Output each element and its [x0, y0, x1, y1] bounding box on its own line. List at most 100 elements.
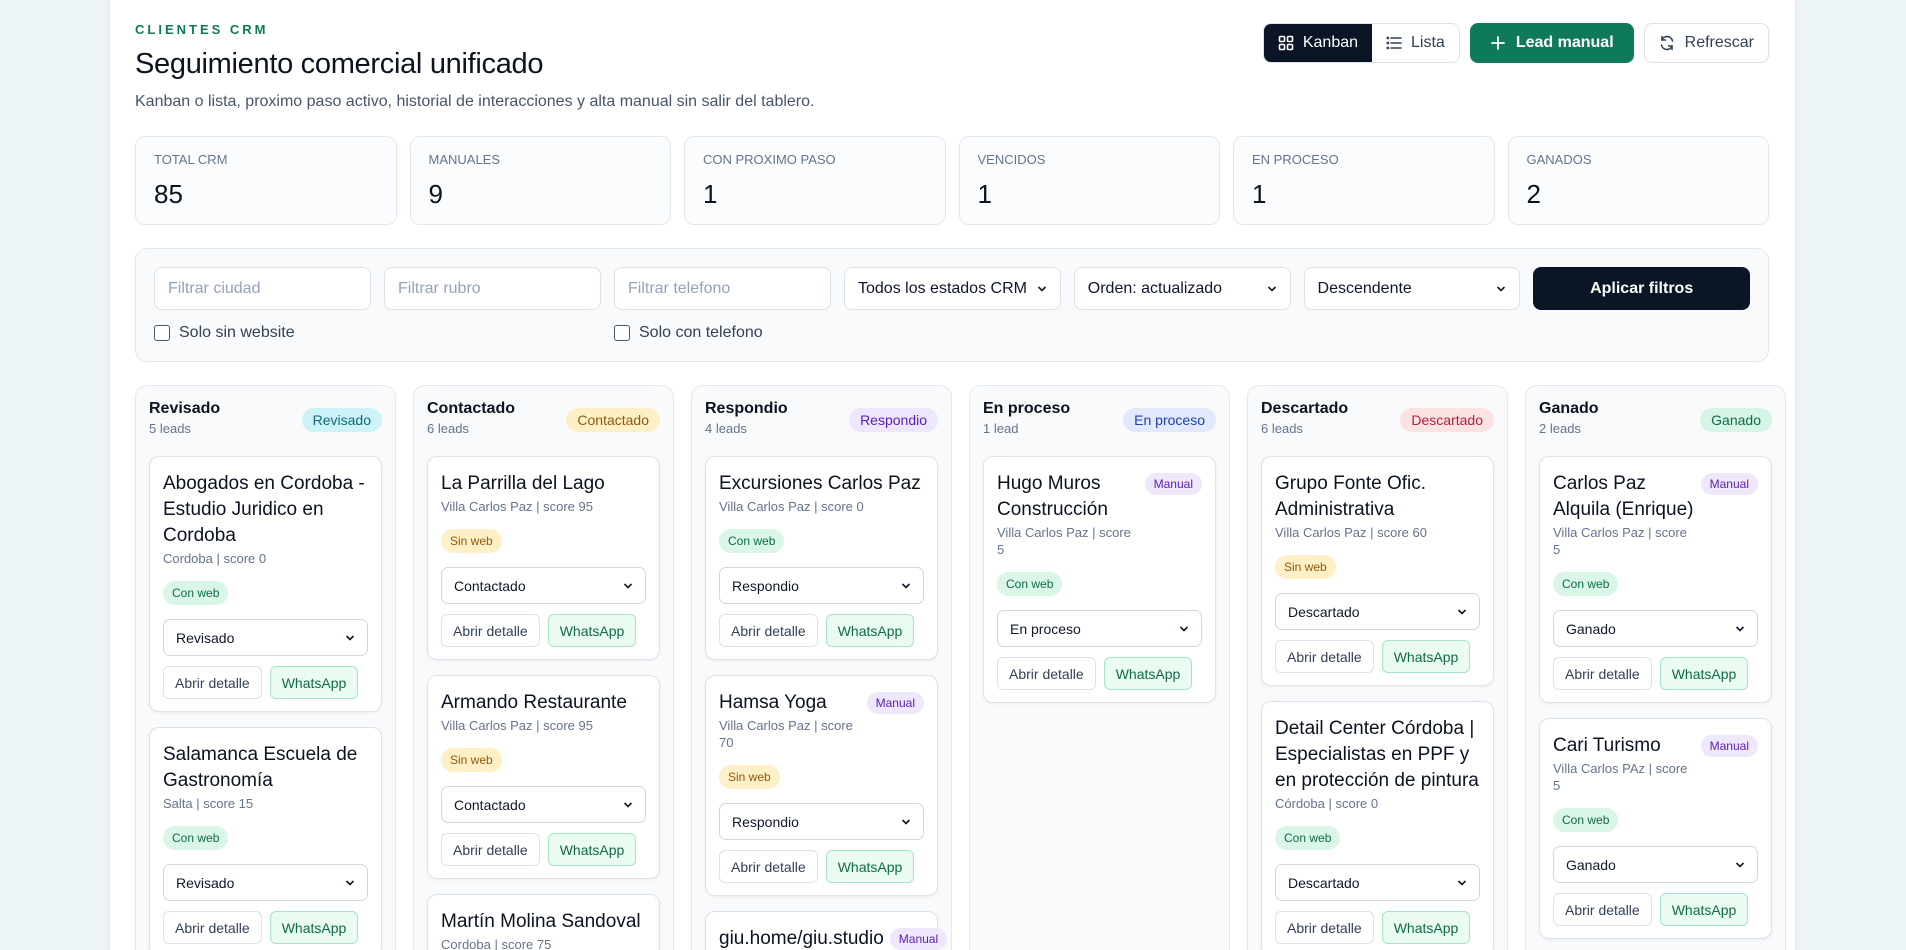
no-website-checkbox-row[interactable]: Solo sin website — [154, 324, 295, 342]
refresh-icon — [1660, 35, 1673, 51]
whatsapp-button[interactable]: WhatsApp — [1659, 893, 1749, 926]
column-title: Contactado — [427, 400, 515, 417]
open-detail-button[interactable]: Abrir detalle — [997, 657, 1096, 690]
lead-card[interactable]: Salamanca Escuela de Gastronomía Salta | … — [149, 727, 382, 950]
lead-status-select[interactable]: Descartado — [1275, 864, 1480, 901]
new-lead-button[interactable]: Lead manual — [1469, 23, 1634, 63]
page-subtitle: Kanban o lista, proximo paso activo, his… — [135, 93, 815, 110]
open-detail-button[interactable]: Abrir detalle — [1275, 640, 1374, 673]
kanban-board: Revisado 5 leads Revisado Abogados en Cordo… — [135, 385, 1786, 950]
lead-status-value: Respondio — [732, 813, 799, 830]
apply-filters-button[interactable]: Aplicar filtros — [1533, 267, 1751, 310]
lead-status-select[interactable]: Contactado — [441, 567, 646, 604]
chevron-down-icon — [1267, 285, 1276, 292]
whatsapp-button[interactable]: WhatsApp — [825, 614, 915, 647]
lead-card[interactable]: Excursiones Carlos Paz Villa Carlos Paz |… — [705, 456, 938, 660]
order-select-value: Orden: actualizado — [1087, 279, 1223, 297]
direction-select[interactable]: Descendente — [1303, 267, 1521, 310]
lead-card[interactable]: Cari Turismo Villa Carlos PAz | score 5 Ma… — [1539, 718, 1772, 939]
open-detail-button[interactable]: Abrir detalle — [163, 911, 262, 944]
view-kanban-button[interactable]: Kanban — [1263, 24, 1373, 62]
lead-status-select[interactable]: Ganado — [1553, 610, 1758, 647]
open-detail-button[interactable]: Abrir detalle — [441, 833, 540, 866]
card-actions: Abrir detalle WhatsApp — [1553, 893, 1758, 926]
whatsapp-button[interactable]: WhatsApp — [547, 614, 637, 647]
stat-value: 9 — [428, 179, 443, 209]
stat-label: MANUALES — [428, 152, 501, 167]
whatsapp-button[interactable]: WhatsApp — [547, 833, 637, 866]
stat-manuales: MANUALES 9 — [409, 136, 671, 225]
card-actions: Abrir detalle WhatsApp — [163, 666, 368, 699]
lead-card[interactable]: Armando Restaurante Villa Carlos Paz | sc… — [427, 675, 660, 879]
status-select[interactable]: Todos los estados CRM — [844, 267, 1061, 310]
refresh-button[interactable]: Refrescar — [1643, 23, 1769, 63]
open-detail-button[interactable]: Abrir detalle — [719, 850, 818, 883]
lead-meta: Villa Carlos Paz | score 95 — [441, 718, 593, 733]
lead-meta: Córdoba | score 0 — [1275, 796, 1379, 811]
lead-status-select[interactable]: Respondio — [719, 567, 924, 604]
open-detail-button[interactable]: Abrir detalle — [1553, 893, 1652, 926]
chevron-down-icon — [1179, 625, 1189, 632]
chevron-down-icon — [1735, 625, 1745, 632]
view-list-button[interactable]: Lista — [1372, 24, 1459, 62]
lead-card[interactable]: Martín Molina Sandoval Cordoba | score 75 — [427, 894, 660, 950]
whatsapp-button[interactable]: WhatsApp — [1103, 657, 1193, 690]
lead-meta: Cordoba | score 0 — [163, 551, 267, 566]
with-phone-checkbox[interactable] — [614, 325, 630, 341]
lead-card[interactable]: Hamsa Yoga Villa Carlos Paz | score 70 Man… — [705, 675, 938, 896]
open-detail-button[interactable]: Abrir detalle — [1275, 911, 1374, 944]
phone-filter-input[interactable] — [614, 267, 831, 310]
stat-label: VENCIDOS — [977, 152, 1046, 167]
lead-status-value: Contactado — [454, 796, 526, 813]
lead-card[interactable]: Hugo Muros Construcción Villa Carlos Paz … — [983, 456, 1216, 703]
lead-status-select[interactable]: Respondio — [719, 803, 924, 840]
page-title: Seguimiento comercial unificado — [135, 48, 544, 80]
lead-card[interactable]: Abogados en Cordoba - Estudio Juridico e… — [149, 456, 382, 712]
card-actions: Abrir detalle WhatsApp — [1275, 911, 1480, 944]
open-detail-button[interactable]: Abrir detalle — [719, 614, 818, 647]
lead-card[interactable]: Carlos Paz Alquila (Enrique) Villa Carlos… — [1539, 456, 1772, 703]
website-badge: Sin web — [441, 529, 502, 553]
whatsapp-button[interactable]: WhatsApp — [1381, 640, 1471, 673]
chevron-down-icon — [1037, 285, 1046, 292]
chevron-down-icon — [623, 582, 633, 589]
card-actions: Abrir detalle WhatsApp — [719, 850, 924, 883]
lead-name: Hugo Muros Construcción — [997, 473, 1108, 520]
manual-badge: Manual — [1700, 735, 1758, 757]
with-phone-checkbox-row[interactable]: Solo con telefono — [614, 324, 763, 342]
no-website-checkbox[interactable] — [154, 325, 170, 341]
lead-status-select[interactable]: Revisado — [163, 864, 368, 901]
whatsapp-button[interactable]: WhatsApp — [1381, 911, 1471, 944]
lead-name: Cari Turismo — [1553, 735, 1661, 756]
direction-select-value: Descendente — [1317, 279, 1412, 297]
order-select[interactable]: Orden: actualizado — [1073, 267, 1291, 310]
open-detail-button[interactable]: Abrir detalle — [1553, 657, 1652, 690]
lead-name: giu.home/giu.studio — [719, 928, 884, 949]
city-filter-input[interactable] — [154, 267, 371, 310]
lead-status-select[interactable]: Revisado — [163, 619, 368, 656]
open-detail-button[interactable]: Abrir detalle — [163, 666, 262, 699]
card-actions: Abrir detalle WhatsApp — [441, 614, 646, 647]
whatsapp-button[interactable]: WhatsApp — [1659, 657, 1749, 690]
lead-card[interactable]: Grupo Fonte Ofic. Administrativa Villa Ca… — [1261, 456, 1494, 686]
column-status-badge: Descartado — [1400, 408, 1494, 432]
lead-card[interactable]: La Parrilla del Lago Villa Carlos Paz | s… — [427, 456, 660, 660]
lead-status-select[interactable]: Ganado — [1553, 846, 1758, 883]
whatsapp-button[interactable]: WhatsApp — [269, 666, 359, 699]
open-detail-button[interactable]: Abrir detalle — [441, 614, 540, 647]
lead-status-select[interactable]: En proceso — [997, 610, 1202, 647]
lead-status-select[interactable]: Descartado — [1275, 593, 1480, 630]
card-header: Abogados en Cordoba - Estudio Juridico e… — [163, 471, 368, 567]
lead-card[interactable]: Detail Center Córdoba | Especialistas en… — [1261, 701, 1494, 950]
whatsapp-button[interactable]: WhatsApp — [269, 911, 359, 944]
stat-label: TOTAL CRM — [154, 152, 228, 167]
category-filter-input[interactable] — [384, 267, 601, 310]
lead-meta: Villa Carlos Paz | score 60 — [1275, 525, 1427, 540]
whatsapp-button[interactable]: WhatsApp — [825, 850, 915, 883]
lead-card[interactable]: giu.home/giu.studio Manual — [705, 911, 948, 950]
stat-value: 85 — [154, 179, 183, 209]
lead-status-select[interactable]: Contactado — [441, 786, 646, 823]
card-actions: Abrir detalle WhatsApp — [1553, 657, 1758, 690]
stat-en-proceso: EN PROCESO 1 — [1233, 136, 1495, 225]
kanban-column: Descartado 6 leads Descartado Grupo Fonte O… — [1247, 385, 1508, 950]
